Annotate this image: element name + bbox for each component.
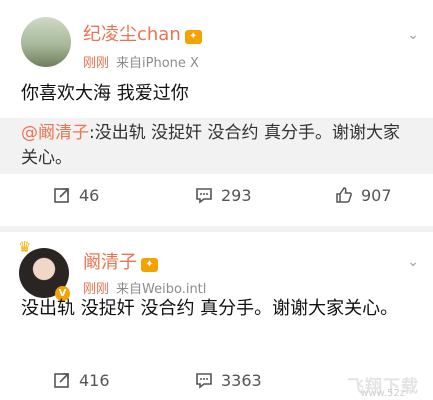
thumbs-up-icon: [335, 186, 353, 204]
post-time: 刚刚: [83, 56, 110, 71]
repost-button[interactable]: 416: [53, 371, 110, 399]
comment-button[interactable]: 3363: [195, 371, 262, 399]
post-source: 来自iPhone X: [116, 56, 199, 71]
chevron-down-icon[interactable]: ⌄: [407, 254, 419, 270]
comment-count: 293: [221, 186, 252, 205]
username[interactable]: 纪凌尘chan ✦: [83, 20, 202, 46]
action-bar: 46 293 907: [0, 186, 433, 214]
repost-button[interactable]: 46: [53, 186, 99, 214]
like-count: 907: [361, 186, 392, 205]
repost-icon: [53, 186, 71, 204]
username-text[interactable]: 纪凌尘chan: [83, 24, 181, 45]
vip-badge-icon: ✦: [184, 30, 202, 44]
repost-icon: [53, 371, 71, 389]
quoted-post[interactable]: @阚清子:没出轨 没捉奸 没合约 真分手。谢谢大家关心。: [0, 118, 433, 174]
comment-icon: [195, 371, 213, 389]
mention-link[interactable]: @阚清子: [21, 123, 89, 143]
repost-count: 46: [79, 186, 100, 205]
comment-button[interactable]: 293: [195, 186, 252, 214]
avatar[interactable]: [21, 17, 71, 67]
repost-count: 416: [79, 371, 110, 390]
weibo-post-2: ♛ V 阚清子 ✦ 刚刚 来自Weibo.intl ⌄ 没出轨 没捉奸 没合约 真分…: [0, 232, 433, 400]
comment-icon: [195, 186, 213, 204]
watermark-url: www.52z: [360, 388, 405, 399]
chevron-down-icon[interactable]: ⌄: [407, 27, 419, 43]
quoted-text: @阚清子:没出轨 没捉奸 没合约 真分手。谢谢大家关心。: [21, 121, 415, 171]
post-text: 没出轨 没捉奸 没合约 真分手。谢谢大家关心。: [21, 298, 399, 319]
like-button[interactable]: 907: [335, 186, 392, 214]
username-text[interactable]: 阚清子: [83, 252, 137, 273]
comment-count: 3363: [221, 371, 262, 390]
post-text: 你喜欢大海 我爱过你: [21, 83, 189, 104]
crown-icon: ♛: [18, 238, 32, 256]
username[interactable]: 阚清子 ✦: [83, 248, 158, 274]
weibo-post-1: 纪凌尘chan ✦ 刚刚 来自iPhone X ⌄ 你喜欢大海 我爱过你 @阚清子:…: [0, 0, 433, 226]
vip-badge-icon: ✦: [141, 258, 158, 272]
post-meta: 刚刚 来自iPhone X: [83, 52, 199, 71]
